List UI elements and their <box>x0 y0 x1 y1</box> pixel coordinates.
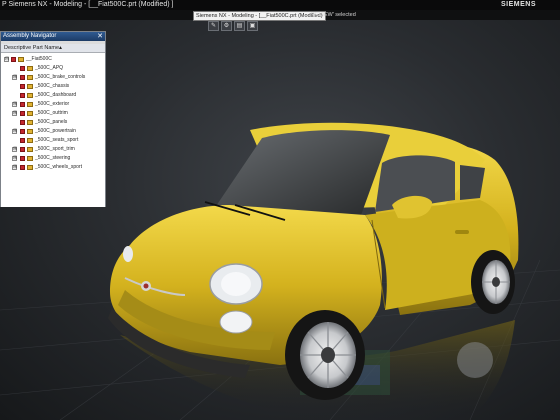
window-tooltip: Siemens NX - Modeling - [__Fiat500C.prt … <box>193 11 326 21</box>
visibility-checkbox[interactable] <box>20 120 25 125</box>
window-icon[interactable]: ▣ <box>247 21 258 31</box>
tree-row[interactable]: _500C_APQ <box>1 64 105 73</box>
expand-icon[interactable]: ⊞ <box>12 165 17 170</box>
tree-row-label: _500C_powertrain <box>35 128 76 134</box>
visibility-checkbox[interactable] <box>20 75 25 80</box>
assembly-icon <box>18 57 24 62</box>
view-toolbar: ✎ ⚙ ▤ ▣ <box>208 21 258 31</box>
expand-icon[interactable]: ⊞ <box>12 129 17 134</box>
tree-row-label: _500C_dashboard <box>35 92 77 98</box>
tree-row-label: _500C_brake_controls <box>35 74 86 80</box>
expand-icon[interactable]: ⊞ <box>12 102 17 107</box>
column-header[interactable]: Descriptive Part Name ▲ <box>1 44 105 53</box>
tree-row-label: _500C_sport_trim <box>35 146 75 152</box>
navigator-title-bar[interactable]: Assembly Navigator ✕ <box>1 32 105 41</box>
visibility-checkbox[interactable] <box>20 102 25 107</box>
visibility-checkbox[interactable] <box>20 147 25 152</box>
assembly-icon <box>27 156 33 161</box>
assembly-icon <box>27 138 33 143</box>
sort-ascending-icon[interactable]: ▲ <box>58 44 63 52</box>
layout-icon[interactable]: ▤ <box>234 21 245 31</box>
assembly-navigator: Assembly Navigator ✕ Descriptive Part Na… <box>0 31 106 207</box>
tree-row-label: _500C_outtrim <box>35 110 68 116</box>
tree-row[interactable]: ⊞ _500C_powertrain <box>1 127 105 136</box>
title-bar: P Siemens NX - Modeling - [__Fiat500C.pr… <box>0 0 560 10</box>
tree-row-label: _500C_seats_sport <box>35 137 79 143</box>
column-header-label: Descriptive Part Name <box>4 45 60 51</box>
assembly-icon <box>27 93 33 98</box>
expand-icon[interactable]: ⊞ <box>12 111 17 116</box>
visibility-checkbox[interactable] <box>20 93 25 98</box>
navigator-title: Assembly Navigator <box>3 33 57 39</box>
expand-icon[interactable]: ⊞ <box>12 156 17 161</box>
assembly-icon <box>27 84 33 89</box>
visibility-checkbox[interactable] <box>20 165 25 170</box>
visibility-checkbox[interactable] <box>11 57 16 62</box>
visibility-checkbox[interactable] <box>20 138 25 143</box>
tree-row-label: _500C_panels <box>35 119 68 125</box>
tree-row[interactable]: ⊞ _500C_exterior <box>1 100 105 109</box>
tree-row[interactable]: _500C_dashboard <box>1 91 105 100</box>
close-icon[interactable]: ✕ <box>97 32 103 41</box>
assembly-icon <box>27 66 33 71</box>
assembly-icon <box>27 120 33 125</box>
tree-row[interactable]: _500C_panels <box>1 118 105 127</box>
gear-icon[interactable]: ⚙ <box>221 21 232 31</box>
tree-row-label: _500C_steering <box>35 155 71 161</box>
tree-row[interactable]: ⊞ _500C_brake_controls <box>1 73 105 82</box>
tree-row-label: _500C_APQ <box>35 65 64 71</box>
tree-row-root[interactable]: ⊟ __Fiat500C <box>1 55 105 64</box>
tree-row[interactable]: ⊞ _500C_sport_trim <box>1 145 105 154</box>
tree-row-label: __Fiat500C <box>26 56 52 62</box>
rear-wheel <box>471 250 515 314</box>
assembly-icon <box>27 111 33 116</box>
part-tree: ⊟ __Fiat500C _500C_APQ ⊞ _500C_brake_con… <box>1 53 105 207</box>
selection-status: REVIEW' selected <box>311 12 356 18</box>
tree-row[interactable]: _500C_seats_sport <box>1 136 105 145</box>
assembly-icon <box>27 129 33 134</box>
tree-row[interactable]: ⊞ _500C_outtrim <box>1 109 105 118</box>
expand-icon[interactable]: ⊞ <box>12 147 17 152</box>
collapse-icon[interactable]: ⊟ <box>4 57 9 62</box>
tree-row-label: _500C_exterior <box>35 101 70 107</box>
tree-row[interactable]: ⊞ _500C_steering <box>1 154 105 163</box>
visibility-checkbox[interactable] <box>20 84 25 89</box>
assembly-icon <box>27 147 33 152</box>
visibility-checkbox[interactable] <box>20 111 25 116</box>
tree-row[interactable]: _500C_chassis <box>1 82 105 91</box>
siemens-logo: SIEMENS <box>500 1 536 8</box>
front-wheel <box>285 310 365 400</box>
pencil-icon[interactable]: ✎ <box>208 21 219 31</box>
tree-row[interactable]: ⊞ _500C_wheels_sport <box>1 163 105 172</box>
window-title: P Siemens NX - Modeling - [__Fiat500C.pr… <box>2 1 174 8</box>
visibility-checkbox[interactable] <box>20 156 25 161</box>
assembly-icon <box>27 75 33 80</box>
assembly-icon <box>27 102 33 107</box>
visibility-checkbox[interactable] <box>20 129 25 134</box>
tree-row-label: _500C_wheels_sport <box>35 164 82 170</box>
assembly-icon <box>27 165 33 170</box>
tree-row-label: _500C_chassis <box>35 83 70 89</box>
visibility-checkbox[interactable] <box>20 66 25 71</box>
expand-icon[interactable]: ⊞ <box>12 75 17 80</box>
